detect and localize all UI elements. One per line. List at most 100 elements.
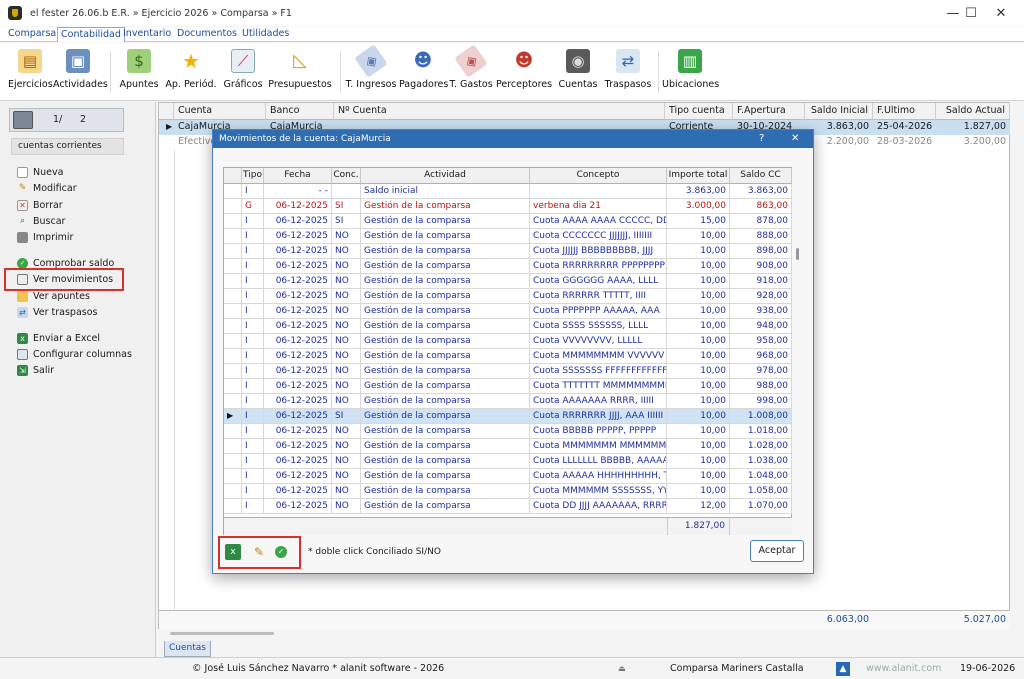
cell-conc[interactable] (332, 184, 361, 199)
table-row[interactable]: I 06-12-2025 NO Gestión de la comparsa Cuota… (224, 499, 792, 514)
ribbon-ejercicios-button[interactable]: ▤ Ejercicios (8, 47, 53, 99)
col-saldo-actual[interactable]: Saldo Actual (936, 103, 1010, 120)
cell-conc[interactable]: NO (332, 274, 361, 289)
cell-conc[interactable]: NO (332, 379, 361, 394)
sidebar-item-modificar[interactable]: ✎ Modificar (17, 180, 77, 196)
table-row[interactable]: I 06-12-2025 NO Gestión de la comparsa Cuota… (224, 424, 792, 439)
col-ultimo[interactable]: F.Ultimo (873, 103, 936, 120)
col-tipo[interactable]: Tipo cuenta (665, 103, 733, 120)
ribbon-t-gastos-button[interactable]: ◈ T. Gastos (449, 44, 493, 99)
cell-conc[interactable]: NO (332, 244, 361, 259)
vertical-scrollbar[interactable] (796, 248, 799, 260)
cell-conc[interactable]: NO (332, 319, 361, 334)
table-row[interactable]: I 06-12-2025 NO Gestión de la comparsa Cuota… (224, 454, 792, 469)
table-row[interactable]: I 06-12-2025 NO Gestión de la comparsa Cuota… (224, 334, 792, 349)
table-row[interactable]: I 06-12-2025 NO Gestión de la comparsa Cuota… (224, 304, 792, 319)
sidebar-item-enviar-excel[interactable]: x Enviar a Excel (17, 330, 100, 346)
ribbon-apuntes-button[interactable]: $ Apuntes (118, 47, 160, 99)
ribbon-t-ingresos-button[interactable]: ◈ T. Ingresos (345, 44, 397, 99)
col-saldo-inicial[interactable]: Saldo Inicial (805, 103, 873, 120)
close-button[interactable]: ✕ (978, 0, 1024, 26)
sidebar-item-salir[interactable]: ⇲ Salir (17, 362, 54, 378)
cell-conc[interactable]: NO (332, 454, 361, 469)
ribbon-presupuestos-button[interactable]: ◺ Presupuestos (268, 47, 332, 99)
cell-conc[interactable]: SI (332, 409, 361, 424)
ribbon-cuentas-button[interactable]: ◉ Cuentas (558, 47, 598, 99)
cell-conc[interactable]: NO (332, 424, 361, 439)
table-row[interactable]: I 06-12-2025 NO Gestión de la comparsa Cuota… (224, 274, 792, 289)
sidebar-item-ver-traspasos[interactable]: ⇄ Ver traspasos (17, 304, 98, 320)
sidebar-item-imprimir[interactable]: Imprimir (17, 229, 73, 245)
table-row[interactable]: I 06-12-2025 NO Gestión de la comparsa Cuota… (224, 379, 792, 394)
accept-button[interactable]: Aceptar (750, 540, 804, 562)
cell-conc[interactable]: SI (332, 199, 361, 214)
horizontal-scrollbar[interactable] (170, 632, 274, 635)
ribbon-perceptores-button[interactable]: ☻ Perceptores (496, 47, 552, 99)
cell-saldo-actual: 3.200,00 (963, 136, 1006, 147)
cell-conc[interactable]: NO (332, 289, 361, 304)
col-actividad[interactable]: Actividad (361, 168, 530, 184)
sidebar-item-nueva[interactable]: Nueva (17, 164, 63, 180)
movements-grid[interactable]: Tipo Fecha Conc. Actividad Concepto Impo… (223, 167, 792, 535)
table-row[interactable]: I 06-12-2025 NO Gestión de la comparsa Cuota… (224, 259, 792, 274)
cell-conc[interactable]: NO (332, 334, 361, 349)
row-indicator (224, 424, 242, 439)
record-navigator[interactable]: 1/ 2 (9, 108, 124, 132)
table-row[interactable]: I 06-12-2025 NO Gestión de la comparsa Cuota… (224, 364, 792, 379)
help-button[interactable]: ? (759, 130, 764, 148)
sidebar-item-borrar[interactable]: ✕ Borrar (17, 197, 63, 213)
table-row[interactable]: ▶ I 06-12-2025 SI Gestión de la comparsa Cuot… (224, 409, 792, 424)
table-row[interactable]: I 06-12-2025 NO Gestión de la comparsa Cuota… (224, 394, 792, 409)
col-conc[interactable]: Conc. (332, 168, 361, 184)
ribbon-graficos-button[interactable]: ⟋ Gráficos (222, 47, 264, 99)
menu-comparsa[interactable]: Comparsa (5, 27, 59, 42)
sidebar-item-buscar[interactable]: ⌕ Buscar (17, 213, 65, 229)
ribbon-traspasos-button[interactable]: ⇄ Traspasos (604, 47, 652, 99)
table-row[interactable]: I 06-12-2025 NO Gestión de la comparsa Cuota… (224, 439, 792, 454)
col-apertura[interactable]: F.Apertura (733, 103, 805, 120)
status-web[interactable]: www.alanit.com (866, 661, 941, 677)
totals-row: 6.063,00 5.027,00 (159, 610, 1010, 629)
table-row[interactable]: I 06-12-2025 NO Gestión de la comparsa Cuota… (224, 244, 792, 259)
ribbon-actividades-button[interactable]: ▣ Actividades (53, 47, 108, 99)
cell-conc[interactable]: SI (332, 214, 361, 229)
cell-conc[interactable]: NO (332, 364, 361, 379)
table-row[interactable]: I 06-12-2025 NO Gestión de la comparsa Cuota… (224, 289, 792, 304)
ribbon-pagadores-button[interactable]: ☻ Pagadores (399, 47, 448, 99)
table-row[interactable]: I 06-12-2025 NO Gestión de la comparsa Cuota… (224, 229, 792, 244)
cell-conc[interactable]: NO (332, 304, 361, 319)
cell-conc[interactable]: NO (332, 499, 361, 514)
col-tipo[interactable]: Tipo (242, 168, 264, 184)
menu-contabilidad[interactable]: Contabilidad (57, 27, 125, 42)
ribbon-ap-periodicos-button[interactable]: ★ Ap. Periód. (165, 47, 217, 99)
menu-inventario[interactable]: Inventario (120, 27, 174, 42)
col-banco[interactable]: Banco (266, 103, 334, 120)
col-cuenta[interactable]: Cuenta (174, 103, 266, 120)
cell-conc[interactable]: NO (332, 394, 361, 409)
table-row[interactable]: I 06-12-2025 NO Gestión de la comparsa Cuota… (224, 349, 792, 364)
tag-icon: ◈ (454, 44, 488, 78)
col-concepto[interactable]: Concepto (530, 168, 667, 184)
cell-conc[interactable]: NO (332, 469, 361, 484)
col-numero[interactable]: Nº Cuenta (334, 103, 665, 120)
dialog-close-button[interactable]: ✕ (791, 130, 799, 148)
table-row[interactable]: I 06-12-2025 SI Gestión de la comparsa Cuota… (224, 214, 792, 229)
menu-utilidades[interactable]: Utilidades (239, 27, 292, 42)
cell-conc[interactable]: NO (332, 484, 361, 499)
menu-documentos[interactable]: Documentos (174, 27, 240, 42)
table-row[interactable]: I 06-12-2025 NO Gestión de la comparsa Cuota… (224, 469, 792, 484)
cell-conc[interactable]: NO (332, 259, 361, 274)
table-row[interactable]: G 06-12-2025 SI Gestión de la comparsa verbe… (224, 199, 792, 214)
col-fecha[interactable]: Fecha (264, 168, 332, 184)
table-row[interactable]: I 06-12-2025 NO Gestión de la comparsa Cuota… (224, 319, 792, 334)
cell-conc[interactable]: NO (332, 229, 361, 244)
cell-conc[interactable]: NO (332, 349, 361, 364)
sidebar-item-configurar-columnas[interactable]: Configurar columnas (17, 346, 132, 362)
table-row[interactable]: I- - Saldo inicial 3.863,00 3.863,00 (224, 184, 792, 199)
col-saldo[interactable]: Saldo CC (730, 168, 792, 184)
table-row[interactable]: I 06-12-2025 NO Gestión de la comparsa Cuota… (224, 484, 792, 499)
tab-cuentas[interactable]: Cuentas (164, 641, 211, 657)
col-importe[interactable]: Importe total (667, 168, 730, 184)
cell-conc[interactable]: NO (332, 439, 361, 454)
ribbon-ubicaciones-button[interactable]: ▥ Ubicaciones (662, 47, 719, 99)
